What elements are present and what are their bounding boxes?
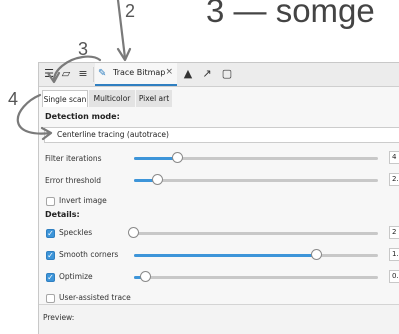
speckles-slider[interactable] xyxy=(128,227,378,238)
detection-mode-heading: Detection mode: xyxy=(45,112,120,121)
speckles-checkbox[interactable]: ✓ xyxy=(46,229,55,238)
align-icon[interactable]: ≡ xyxy=(76,67,90,81)
preview-bar: Preview: xyxy=(39,304,399,334)
arrow-2-head xyxy=(116,47,132,62)
slider-knob[interactable] xyxy=(140,271,152,282)
slider-knob[interactable] xyxy=(171,152,183,163)
export-icon[interactable]: ↗ xyxy=(200,67,214,81)
annotation-number-2: 2 xyxy=(125,1,136,21)
speckles-label: Speckles xyxy=(59,228,93,237)
fill-stroke-icon[interactable]: ☰ xyxy=(42,67,56,81)
smooth-corners-value[interactable]: 1. xyxy=(389,248,399,261)
optimize-slider[interactable] xyxy=(134,271,378,282)
dock-tab-bar: ☰ ▱ ≡ ✎ Trace Bitmap × ▲ ↗ ▢ xyxy=(39,63,399,87)
smooth-corners-label: Smooth corners xyxy=(59,250,119,259)
filter-iterations-slider[interactable] xyxy=(134,152,378,163)
tab-trace-bitmap[interactable]: ✎ Trace Bitmap × xyxy=(95,63,177,86)
filter-iterations-label: Filter iterations xyxy=(45,154,102,163)
trace-bitmap-icon: ✎ xyxy=(98,68,107,79)
objects-icon[interactable]: ▲ xyxy=(181,67,195,81)
error-threshold-value[interactable]: 2. xyxy=(389,173,399,186)
optimize-value[interactable]: 0. xyxy=(389,270,399,283)
tab-single-scan[interactable]: Single scan xyxy=(42,90,88,107)
tab-pixel-art[interactable]: Pixel art xyxy=(136,90,172,107)
screenshot-canvas: 3 — somge 2 3 4 ☰ ▱ ≡ ✎ Trace Bitmap × ▲… xyxy=(0,0,399,334)
tab-trace-bitmap-label: Trace Bitmap xyxy=(113,68,166,77)
slider-fill xyxy=(134,254,317,257)
annotation-number-3: 3 xyxy=(78,39,89,59)
speckles-value[interactable]: 2 xyxy=(389,226,399,239)
error-threshold-label: Error threshold xyxy=(45,176,101,185)
document-icon[interactable]: ▢ xyxy=(220,67,234,81)
optimize-checkbox[interactable]: ✓ xyxy=(46,273,55,282)
detection-mode-select[interactable]: Centerline tracing (autotrace) xyxy=(44,127,399,143)
user-assisted-label: User-assisted trace xyxy=(59,293,131,302)
error-threshold-slider[interactable] xyxy=(134,174,378,185)
annotation-number-4: 4 xyxy=(8,89,19,109)
preview-label: Preview: xyxy=(43,313,75,322)
smooth-corners-slider[interactable] xyxy=(134,249,378,260)
trace-bitmap-dialog: ☰ ▱ ≡ ✎ Trace Bitmap × ▲ ↗ ▢ Single scan… xyxy=(38,62,399,334)
slider-knob[interactable] xyxy=(128,227,139,238)
optimize-label: Optimize xyxy=(59,272,93,281)
invert-image-checkbox[interactable] xyxy=(46,197,55,206)
arrow-2 xyxy=(116,0,127,60)
invert-image-label: Invert image xyxy=(59,196,107,205)
user-assisted-checkbox[interactable] xyxy=(46,294,55,303)
smooth-corners-checkbox[interactable]: ✓ xyxy=(46,251,55,260)
heading-fragment: 3 — somge xyxy=(206,0,375,29)
filter-iterations-value[interactable]: 4 xyxy=(389,151,399,164)
tab-multicolor[interactable]: Multicolor xyxy=(89,90,135,107)
close-tab-icon[interactable]: × xyxy=(165,67,173,77)
details-heading: Details: xyxy=(45,210,80,219)
transform-icon[interactable]: ▱ xyxy=(59,67,73,81)
tab-separator xyxy=(93,67,94,82)
slider-knob[interactable] xyxy=(311,249,322,260)
slider-knob[interactable] xyxy=(152,174,164,185)
